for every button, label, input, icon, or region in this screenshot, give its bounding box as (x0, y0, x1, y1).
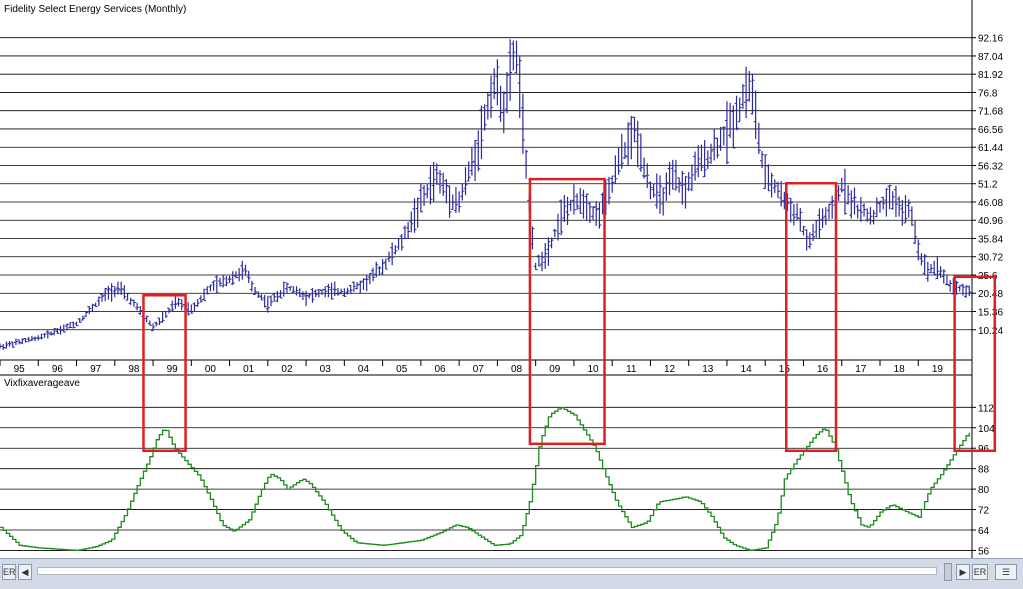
price-y-tick-label: 40.96 (978, 216, 1003, 227)
year-tick-label: 13 (702, 364, 714, 375)
scroll-right-button[interactable]: ▶ (956, 564, 970, 580)
year-tick-label: 07 (473, 364, 485, 375)
price-y-tick-label: 10.24 (978, 326, 1003, 337)
year-tick-label: 17 (855, 364, 867, 375)
indicator-y-tick-label: 64 (978, 526, 990, 537)
left-label: ER (2, 564, 16, 580)
year-tick-label: 99 (167, 364, 179, 375)
price-y-tick-label: 35.84 (978, 234, 1003, 245)
year-tick-label: 05 (396, 364, 408, 375)
price-y-tick-label: 51.2 (978, 180, 998, 191)
menu-icon[interactable]: ☰ (995, 564, 1017, 580)
price-y-tick-label: 76.8 (978, 88, 998, 99)
indicator-y-tick-label: 88 (978, 465, 990, 476)
price-y-tick-label: 61.44 (978, 143, 1003, 154)
year-tick-label: 98 (128, 364, 140, 375)
horizontal-scrollbar[interactable]: ER ◀ ▶ ER ☰ (0, 558, 1023, 589)
year-tick-label: 19 (932, 364, 944, 375)
price-y-tick-label: 30.72 (978, 253, 1003, 264)
indicator-y-tick-label: 56 (978, 546, 990, 557)
indicator-y-tick-label: 80 (978, 485, 990, 496)
price-y-tick-label: 87.04 (978, 52, 1003, 63)
scrollbar-thumb[interactable] (944, 563, 952, 581)
price-y-tick-label: 15.36 (978, 307, 1003, 318)
price-y-tick-label: 66.56 (978, 125, 1003, 136)
price-y-tick-label: 20.48 (978, 289, 1003, 300)
right-label: ER (972, 564, 988, 580)
year-tick-label: 04 (358, 364, 370, 375)
year-tick-label: 02 (281, 364, 293, 375)
year-tick-label: 10 (587, 364, 599, 375)
year-tick-label: 01 (243, 364, 255, 375)
year-tick-label: 96 (52, 364, 64, 375)
price-y-tick-label: 71.68 (978, 107, 1003, 118)
chart-window: Fidelity Select Energy Services (Monthly… (0, 0, 1023, 558)
indicator-y-tick-label: 104 (978, 424, 995, 435)
year-tick-label: 15 (779, 364, 791, 375)
year-tick-label: 18 (894, 364, 906, 375)
year-tick-label: 14 (741, 364, 753, 375)
indicator-y-tick-label: 112 (978, 403, 994, 414)
price-panel: Fidelity Select Energy Services (Monthly… (0, 0, 1023, 375)
indicator-panel: Vixfixaverageave 112104968880726456 (0, 374, 995, 557)
year-tick-label: 97 (90, 364, 102, 375)
indicator-title: Vixfixaverageave (4, 378, 80, 389)
price-y-tick-label: 56.32 (978, 161, 1003, 172)
indicator-y-tick-labels: 112104968880726456 (972, 403, 995, 557)
year-tick-label: 11 (626, 364, 637, 375)
year-tick-label: 12 (664, 364, 676, 375)
year-tick-label: 09 (549, 364, 561, 375)
year-tick-label: 08 (511, 364, 523, 375)
year-tick-label: 06 (434, 364, 446, 375)
scrollbar-track[interactable] (37, 567, 937, 575)
price-y-tick-label: 46.08 (978, 198, 1003, 209)
price-y-tick-label: 92.16 (978, 34, 1003, 45)
year-tick-label: 95 (14, 364, 26, 375)
price-chart-title: Fidelity Select Energy Services (Monthly… (4, 4, 186, 15)
indicator-line (0, 407, 970, 552)
year-tick-label: 16 (817, 364, 829, 375)
indicator-y-tick-label: 72 (978, 506, 990, 517)
year-tick-label: 00 (205, 364, 217, 375)
year-tick-label: 03 (320, 364, 332, 375)
scroll-left-button[interactable]: ◀ (18, 564, 32, 580)
price-y-tick-label: 81.92 (978, 70, 1003, 81)
